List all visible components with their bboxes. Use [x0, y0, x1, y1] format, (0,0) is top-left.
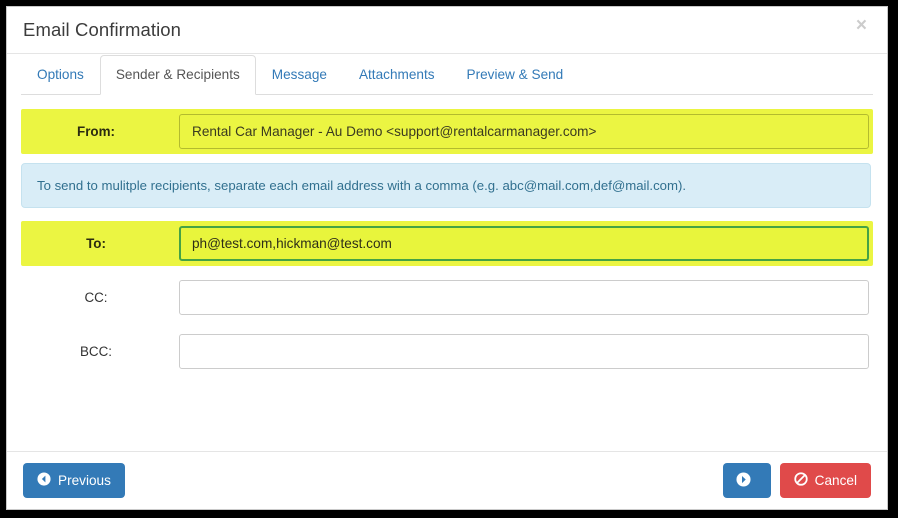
previous-button-label: Previous — [58, 472, 111, 488]
dialog-footer: Previous Cancel — [7, 451, 887, 509]
from-field-wrap — [179, 114, 873, 149]
bcc-input[interactable] — [179, 334, 869, 370]
tab-attachments[interactable]: Attachments — [343, 55, 451, 95]
to-row: To: — [21, 221, 873, 267]
previous-button[interactable]: Previous — [23, 463, 125, 498]
to-label: To: — [86, 236, 106, 252]
tab-options[interactable]: Options — [21, 55, 100, 95]
cancel-button[interactable]: Cancel — [779, 463, 871, 498]
arrow-circle-right-icon — [736, 472, 751, 490]
multiple-recipients-info: To send to mulitple recipients, separate… — [21, 163, 871, 209]
cc-row: CC: — [21, 275, 873, 320]
dialog-header: Email Confirmation × — [7, 7, 887, 54]
tab-message[interactable]: Message — [256, 55, 343, 95]
to-input[interactable] — [179, 226, 869, 262]
page-title: Email Confirmation — [23, 19, 182, 40]
to-field-wrap — [179, 226, 873, 262]
from-label: From: — [77, 124, 115, 139]
email-confirmation-dialog: Email Confirmation × Options Sender & Re… — [6, 6, 888, 510]
from-input[interactable] — [179, 114, 869, 149]
cc-input[interactable] — [179, 280, 869, 316]
ban-icon — [794, 472, 808, 489]
screen-backdrop: Email Confirmation × Options Sender & Re… — [0, 0, 898, 518]
cc-label: CC: — [84, 290, 108, 306]
cc-field-wrap — [179, 280, 873, 316]
bcc-label: BCC: — [80, 344, 112, 360]
from-row: From: — [21, 109, 873, 154]
arrow-circle-left-icon — [37, 472, 51, 489]
bcc-field-wrap — [179, 334, 873, 370]
close-icon[interactable]: × — [852, 14, 871, 37]
tab-bar: Options Sender & Recipients Message Atta… — [7, 54, 887, 95]
next-button[interactable] — [722, 463, 771, 498]
bcc-row: BCC: — [21, 329, 873, 374]
tab-sender-recipients[interactable]: Sender & Recipients — [99, 54, 256, 95]
dialog-body: From: To send to mulitple recipients, se… — [7, 95, 887, 451]
tab-preview-send[interactable]: Preview & Send — [451, 55, 580, 95]
footer-right-group: Cancel — [722, 463, 871, 498]
cancel-button-label: Cancel — [814, 472, 857, 488]
